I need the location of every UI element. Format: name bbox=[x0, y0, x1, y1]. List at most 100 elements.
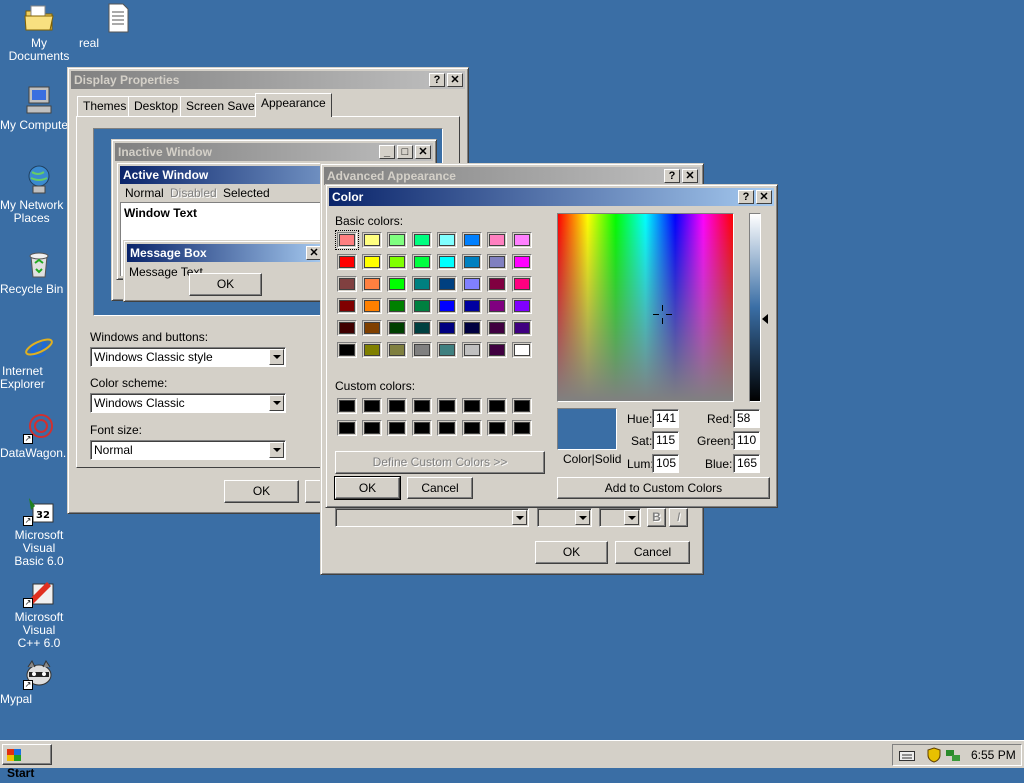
help-button[interactable]: ? bbox=[664, 169, 680, 183]
basic-color-swatch[interactable] bbox=[412, 342, 432, 358]
basic-color-swatch[interactable] bbox=[412, 320, 432, 336]
start-button[interactable]: Start bbox=[2, 744, 52, 780]
custom-color-swatch[interactable] bbox=[337, 420, 357, 436]
basic-color-swatch[interactable] bbox=[387, 254, 407, 270]
red-input[interactable]: 58 bbox=[733, 409, 760, 428]
green-input[interactable]: 110 bbox=[733, 431, 760, 450]
basic-color-swatch[interactable] bbox=[437, 232, 457, 248]
basic-color-swatch[interactable] bbox=[412, 276, 432, 292]
desktop-icon-my-documents[interactable]: My Documents bbox=[0, 2, 78, 63]
font-color-select[interactable] bbox=[599, 508, 641, 527]
custom-color-swatch[interactable] bbox=[462, 420, 482, 436]
basic-color-swatch[interactable] bbox=[387, 342, 407, 358]
advanced-ok-button[interactable]: OK bbox=[535, 541, 608, 564]
basic-color-swatch[interactable] bbox=[512, 342, 532, 358]
custom-color-swatch[interactable] bbox=[387, 398, 407, 414]
keyboard-icon[interactable] bbox=[899, 749, 915, 764]
tab-desktop[interactable]: Desktop bbox=[128, 96, 185, 116]
basic-color-swatch[interactable] bbox=[412, 232, 432, 248]
basic-color-swatch[interactable] bbox=[437, 254, 457, 270]
basic-color-swatch[interactable] bbox=[487, 232, 507, 248]
color-dialog-titlebar[interactable]: Color ? ✕ bbox=[329, 188, 774, 206]
color-scheme-select[interactable]: Windows Classic bbox=[90, 393, 286, 413]
basic-color-swatch[interactable] bbox=[362, 232, 382, 248]
tab-screen-saver[interactable]: Screen Saver bbox=[180, 96, 265, 116]
chevron-down-icon[interactable] bbox=[269, 349, 284, 365]
basic-color-swatch[interactable] bbox=[387, 232, 407, 248]
font-size-select[interactable]: Normal bbox=[90, 440, 286, 460]
custom-color-swatch[interactable] bbox=[487, 420, 507, 436]
luminance-arrow-icon[interactable] bbox=[762, 314, 768, 324]
basic-color-swatch[interactable] bbox=[462, 298, 482, 314]
chevron-down-icon[interactable] bbox=[575, 510, 590, 525]
custom-color-swatch[interactable] bbox=[362, 420, 382, 436]
basic-color-swatch[interactable] bbox=[487, 342, 507, 358]
basic-color-swatch[interactable] bbox=[337, 298, 357, 314]
basic-color-swatch[interactable] bbox=[462, 276, 482, 292]
windows-buttons-select[interactable]: Windows Classic style bbox=[90, 347, 286, 367]
italic-button[interactable]: I bbox=[669, 508, 688, 527]
color-cancel-button[interactable]: Cancel bbox=[407, 477, 473, 499]
custom-color-swatch[interactable] bbox=[337, 398, 357, 414]
advanced-cancel-button[interactable]: Cancel bbox=[615, 541, 690, 564]
basic-color-swatch[interactable] bbox=[487, 276, 507, 292]
basic-color-swatch[interactable] bbox=[387, 276, 407, 292]
basic-color-swatch[interactable] bbox=[437, 298, 457, 314]
bold-button[interactable]: B bbox=[647, 508, 666, 527]
basic-color-swatch[interactable] bbox=[512, 254, 532, 270]
basic-color-swatch[interactable] bbox=[412, 298, 432, 314]
basic-color-swatch[interactable] bbox=[337, 320, 357, 336]
hue-input[interactable]: 141 bbox=[652, 409, 679, 428]
add-to-custom-colors-button[interactable]: Add to Custom Colors bbox=[557, 477, 770, 499]
clock[interactable]: 6:55 PM bbox=[971, 748, 1016, 762]
display-properties-titlebar[interactable]: Display Properties ? ✕ bbox=[71, 71, 465, 89]
basic-color-swatch[interactable] bbox=[462, 320, 482, 336]
basic-color-swatch[interactable] bbox=[437, 320, 457, 336]
custom-color-swatch[interactable] bbox=[487, 398, 507, 414]
basic-color-swatch[interactable] bbox=[335, 230, 359, 250]
font-size-select-advanced[interactable] bbox=[537, 508, 592, 527]
advanced-appearance-titlebar[interactable]: Advanced Appearance ? ✕ bbox=[324, 167, 700, 185]
color-spectrum[interactable] bbox=[557, 213, 734, 402]
desktop-icon-mypal[interactable]: ↗ Mypal bbox=[0, 658, 78, 706]
basic-color-swatch[interactable] bbox=[487, 320, 507, 336]
custom-color-swatch[interactable] bbox=[462, 398, 482, 414]
tab-appearance[interactable]: Appearance bbox=[255, 93, 332, 117]
desktop-icon-real[interactable]: real bbox=[79, 2, 157, 50]
custom-color-swatch[interactable] bbox=[362, 398, 382, 414]
basic-color-swatch[interactable] bbox=[387, 298, 407, 314]
basic-color-swatch[interactable] bbox=[362, 254, 382, 270]
lum-input[interactable]: 105 bbox=[652, 454, 679, 473]
custom-color-swatch[interactable] bbox=[512, 420, 532, 436]
basic-color-swatch[interactable] bbox=[487, 254, 507, 270]
custom-color-swatch[interactable] bbox=[512, 398, 532, 414]
help-button[interactable]: ? bbox=[429, 73, 445, 87]
close-button[interactable]: ✕ bbox=[682, 169, 698, 183]
basic-color-swatch[interactable] bbox=[362, 342, 382, 358]
sat-input[interactable]: 115 bbox=[652, 431, 679, 450]
basic-color-swatch[interactable] bbox=[512, 232, 532, 248]
chevron-down-icon[interactable] bbox=[269, 395, 284, 411]
desktop-icon-visual-cpp[interactable]: ↗ Microsoft Visual C++ 6.0 bbox=[0, 576, 78, 650]
basic-color-swatch[interactable] bbox=[337, 276, 357, 292]
chevron-down-icon[interactable] bbox=[269, 442, 284, 458]
font-select[interactable] bbox=[335, 508, 529, 527]
basic-color-swatch[interactable] bbox=[387, 320, 407, 336]
basic-color-swatch[interactable] bbox=[437, 276, 457, 292]
display-properties-ok-button[interactable]: OK bbox=[224, 480, 299, 503]
basic-color-swatch[interactable] bbox=[337, 342, 357, 358]
custom-color-swatch[interactable] bbox=[437, 420, 457, 436]
basic-color-swatch[interactable] bbox=[362, 320, 382, 336]
basic-color-swatch[interactable] bbox=[462, 232, 482, 248]
basic-color-swatch[interactable] bbox=[362, 276, 382, 292]
luminance-bar[interactable] bbox=[749, 213, 761, 402]
basic-color-swatch[interactable] bbox=[487, 298, 507, 314]
basic-color-swatch[interactable] bbox=[412, 254, 432, 270]
basic-color-swatch[interactable] bbox=[512, 320, 532, 336]
security-shield-icon[interactable] bbox=[927, 747, 941, 766]
custom-color-swatch[interactable] bbox=[387, 420, 407, 436]
basic-color-swatch[interactable] bbox=[462, 342, 482, 358]
basic-color-swatch[interactable] bbox=[462, 254, 482, 270]
network-status-icon[interactable] bbox=[945, 747, 961, 766]
basic-color-swatch[interactable] bbox=[512, 276, 532, 292]
